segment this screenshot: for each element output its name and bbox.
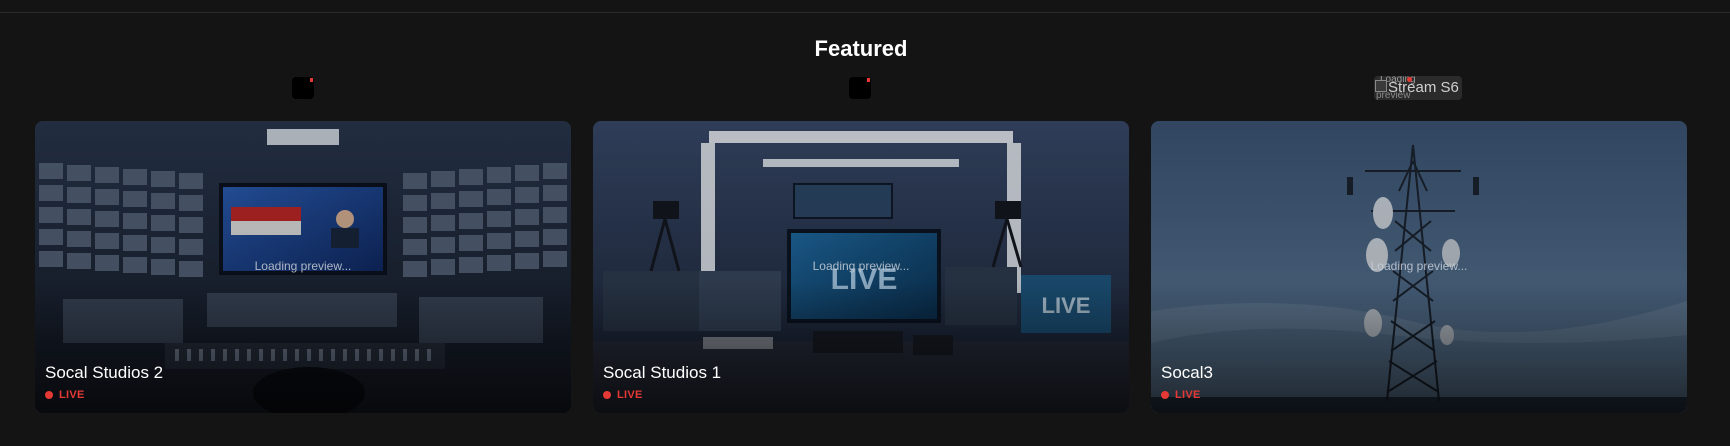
mini-preview-thumbnail[interactable] <box>849 77 871 99</box>
live-indicator-icon <box>867 78 870 82</box>
stream-name: Socal3 <box>1161 363 1213 382</box>
loading-preview-text: Loading preview... <box>254 259 352 273</box>
live-dot-icon <box>1161 391 1169 399</box>
live-badge: LIVE <box>1161 389 1201 401</box>
top-divider <box>0 12 1730 13</box>
broken-image-preview[interactable]: Loading preview Stream S6 <box>1374 76 1462 100</box>
live-label: LIVE <box>1175 389 1201 401</box>
loading-preview-text: Loading preview... <box>812 259 910 273</box>
stream-name: Socal Studios 2 <box>45 363 164 382</box>
live-badge: LIVE <box>45 389 85 401</box>
loading-preview-text: Loading preview... <box>1370 259 1468 273</box>
image-alt-text: Stream S6 <box>1388 79 1459 96</box>
live-indicator-icon <box>310 78 313 82</box>
stream-card[interactable]: Loading preview... Socal3 LIVE <box>1151 121 1687 413</box>
live-dot-icon <box>45 391 53 399</box>
live-dot-icon <box>603 391 611 399</box>
live-badge: LIVE <box>603 389 643 401</box>
broken-image-icon <box>1375 80 1387 92</box>
live-label: LIVE <box>617 389 643 401</box>
section-title: Featured <box>814 36 908 61</box>
stream-name: Socal Studios 1 <box>603 363 722 382</box>
live-label: LIVE <box>59 389 85 401</box>
stream-card[interactable]: LIVE LIVE Loading preview... Socal Studi… <box>593 121 1129 413</box>
mini-preview-thumbnail[interactable] <box>292 77 314 99</box>
stream-card[interactable]: Loading preview... Socal Studios 2 LIVE <box>35 121 571 413</box>
